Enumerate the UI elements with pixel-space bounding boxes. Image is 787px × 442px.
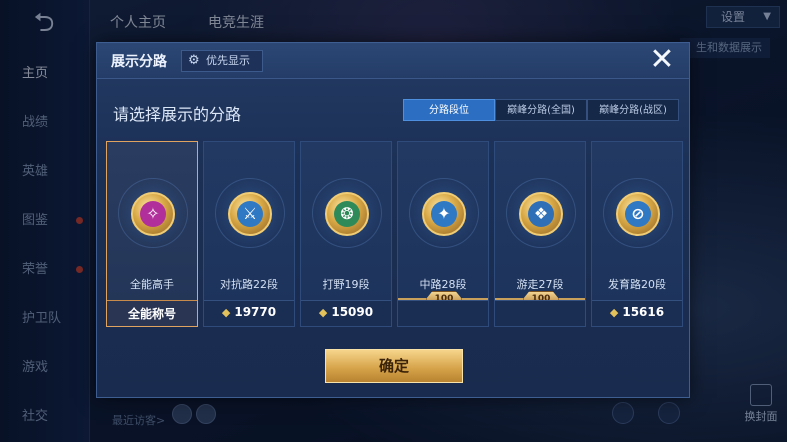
tab-lane-rank[interactable]: 分路段位: [403, 99, 495, 121]
peak-score: ◆ 15090: [301, 305, 391, 319]
emblem-core: ⊘: [625, 201, 651, 227]
confirm-button[interactable]: 确定: [325, 349, 463, 383]
lane-card[interactable]: ⚔ 对抗路22段 ◆ 19770: [203, 141, 295, 327]
peak-score: ◆ 19770: [204, 305, 294, 319]
gear-icon: ⚙: [188, 53, 200, 68]
card-footer: ◆ 19770: [204, 300, 294, 326]
lane-card[interactable]: ⊘ 发育路20段 ◆ 15616: [591, 141, 683, 327]
emblem-core: ✦: [431, 201, 457, 227]
lane-card[interactable]: ✧ 全能高手全能称号: [106, 141, 198, 327]
card-footer: [495, 300, 585, 326]
lane-card[interactable]: ❖ 游走27段 100: [494, 141, 586, 327]
lane-rank-label: 打野19段: [322, 278, 370, 291]
score-value: 15616: [622, 305, 665, 319]
lane-rank-label: 对抗路22段: [220, 278, 278, 291]
clash-lane-icon: ⚔: [228, 192, 272, 236]
emblem-core: ✧: [140, 201, 166, 227]
roam-icon: ❖: [519, 192, 563, 236]
priority-label: 优先显示: [206, 54, 250, 67]
lane-rank-label: 中路28段: [419, 278, 467, 291]
close-icon[interactable]: ✕: [647, 45, 677, 75]
lane-card[interactable]: ✦ 中路28段 100: [397, 141, 489, 327]
tab-peak-region[interactable]: 巅峰分路(战区): [587, 99, 679, 121]
score-value: 15090: [331, 305, 374, 319]
title-label: 全能称号: [127, 307, 176, 321]
dialog-header: 展示分路 ⚙ 优先显示: [97, 43, 689, 79]
emblem-core: ❖: [528, 201, 554, 227]
card-footer: ◆ 15616: [592, 300, 682, 326]
lane-rank-label: 游走27段: [516, 278, 564, 291]
choose-lane-label: 请选择展示的分路: [113, 105, 242, 124]
score-icon: ◆: [609, 306, 619, 319]
score-icon: ◆: [318, 306, 328, 319]
lane-rank-label: 全能高手: [130, 278, 174, 291]
emblem-core: ⚔: [237, 201, 263, 227]
priority-display-button[interactable]: ⚙ 优先显示: [181, 50, 263, 72]
lane-card[interactable]: ❂ 打野19段 ◆ 15090: [300, 141, 392, 327]
card-footer: ◆ 15090: [301, 300, 391, 326]
tab-peak-national[interactable]: 巅峰分路(全国): [495, 99, 587, 121]
lane-rank-label: 发育路20段: [608, 278, 666, 291]
all-round-icon: ✧: [131, 192, 175, 236]
lane-display-dialog: 展示分路 ⚙ 优先显示 ✕ 请选择展示的分路 分路段位 巅峰分路(全国) 巅峰分…: [96, 42, 690, 398]
jungle-icon: ❂: [325, 192, 369, 236]
mid-lane-icon: ✦: [422, 192, 466, 236]
card-footer: [398, 300, 488, 326]
farm-lane-icon: ⊘: [616, 192, 660, 236]
card-footer: 全能称号: [107, 300, 197, 326]
dialog-title: 展示分路: [111, 54, 167, 70]
peak-score: ◆ 15616: [592, 305, 682, 319]
score-value: 19770: [234, 305, 277, 319]
score-icon: ◆: [221, 306, 231, 319]
emblem-core: ❂: [334, 201, 360, 227]
